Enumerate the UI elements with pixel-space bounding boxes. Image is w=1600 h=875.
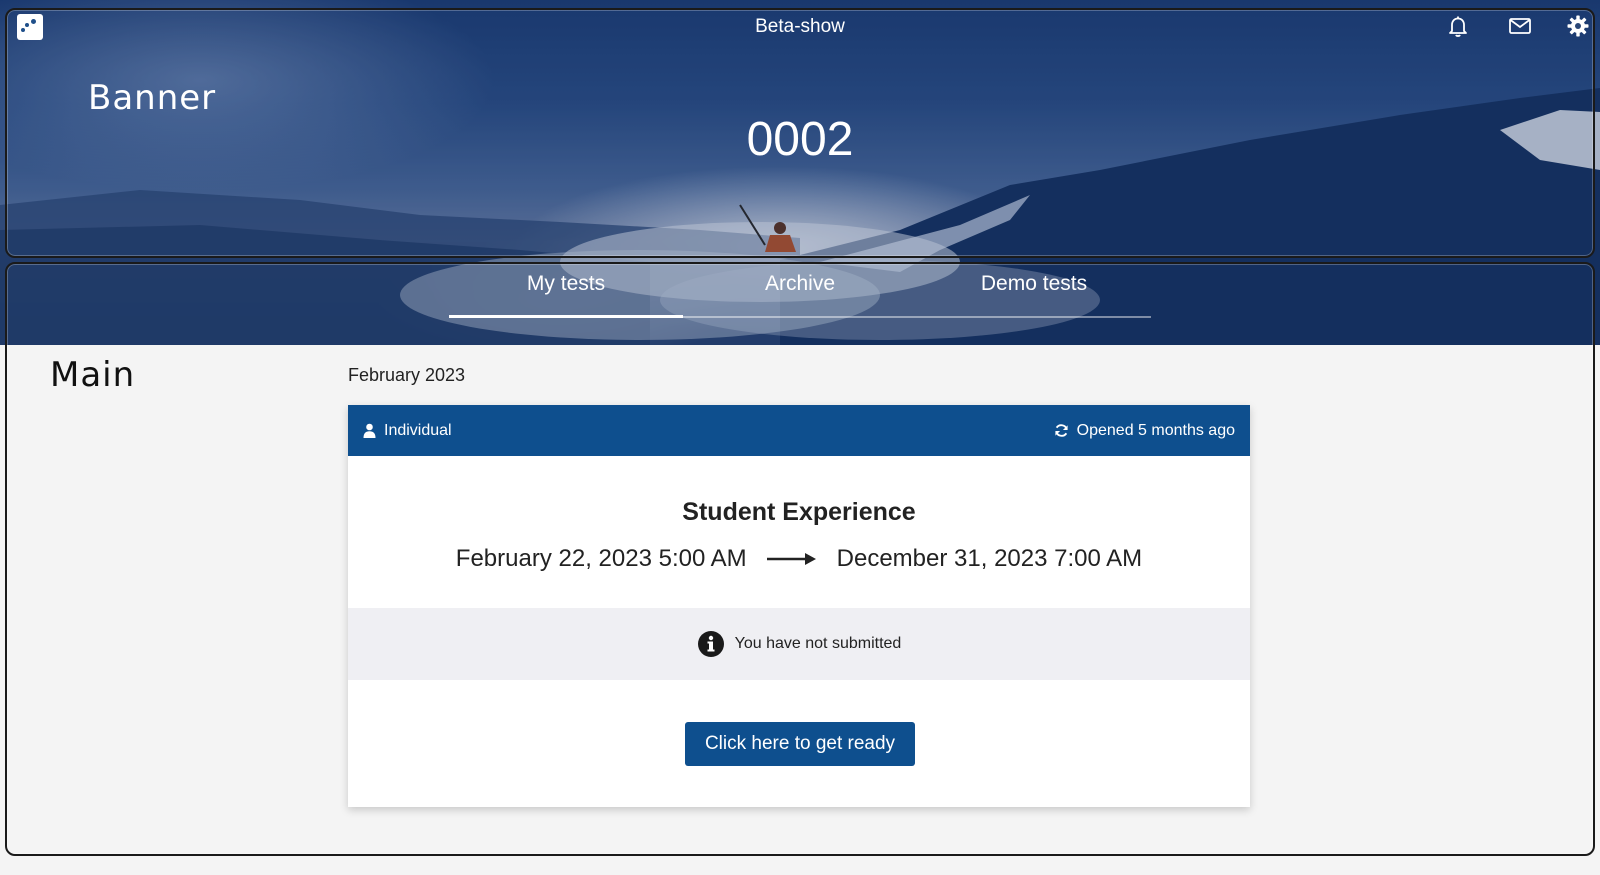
page: Banner Main Beta-show 0002 My tests Arch…: [0, 0, 1600, 875]
test-type-label: Individual: [384, 421, 452, 439]
test-start-date: February 22, 2023 5:00 AM: [455, 545, 747, 572]
test-open-status-label: Opened 5 months ago: [1076, 421, 1235, 439]
tab-my-tests[interactable]: My tests: [449, 262, 683, 318]
arrow-right-icon: [766, 553, 816, 565]
tab-archive[interactable]: Archive: [683, 262, 917, 316]
info-icon: [697, 631, 724, 657]
app-title: Beta-show: [755, 16, 845, 37]
test-date-range: February 22, 2023 5:00 AM December 31, 2…: [348, 545, 1250, 573]
get-ready-button[interactable]: Click here to get ready: [685, 722, 915, 766]
tab-demo-tests[interactable]: Demo tests: [917, 262, 1151, 316]
submission-status-text: You have not submitted: [734, 635, 902, 652]
test-open-status: Opened 5 months ago: [1054, 422, 1235, 440]
test-title: Student Experience: [682, 498, 916, 526]
settings-gear-icon[interactable]: [1566, 14, 1590, 38]
user-icon: [363, 423, 376, 438]
test-card: Individual Opened 5 months ago Student E…: [348, 405, 1250, 807]
refresh-icon: [1055, 424, 1068, 437]
main-region-label: Main: [50, 355, 136, 395]
test-type: Individual: [363, 422, 452, 440]
course-number-heading: 0002: [746, 113, 854, 166]
test-end-date: December 31, 2023 7:00 AM: [836, 545, 1143, 572]
test-card-header: Individual Opened 5 months ago: [348, 405, 1250, 456]
month-heading: February 2023: [348, 365, 466, 385]
submission-status: You have not submitted: [348, 608, 1250, 680]
mail-icon[interactable]: [1508, 14, 1532, 38]
test-tabs: My tests Archive Demo tests: [449, 262, 1151, 318]
notification-bell-icon[interactable]: [1446, 14, 1470, 38]
